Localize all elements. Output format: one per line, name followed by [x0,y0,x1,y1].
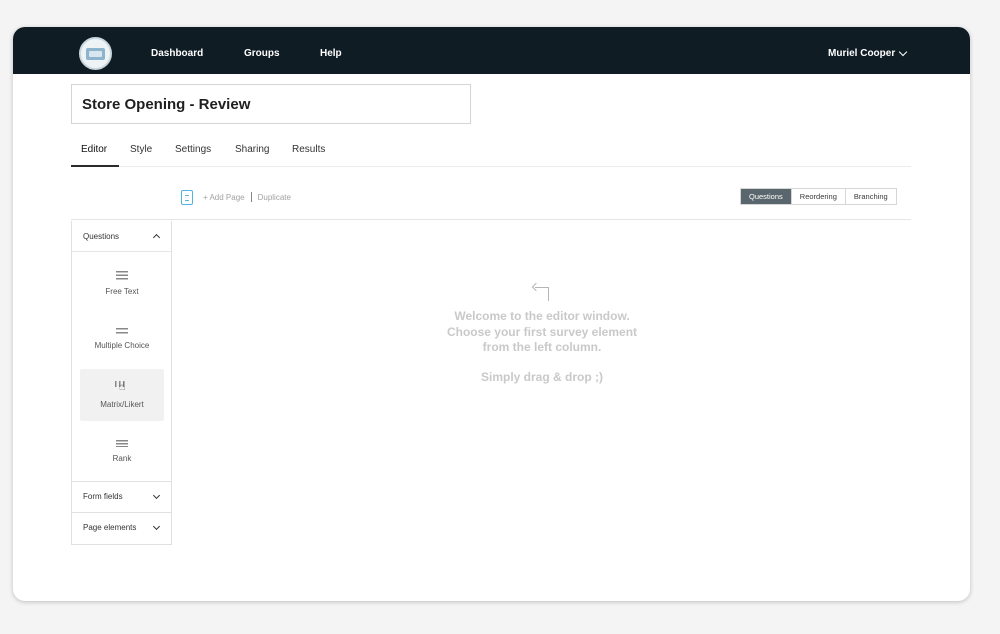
welcome-message: Welcome to the editor window. Choose you… [382,309,702,356]
divider [72,251,171,252]
nav-help[interactable]: Help [320,48,342,59]
page-elements-section-header[interactable]: Page elements [72,512,171,542]
survey-title-input[interactable] [71,84,471,124]
rank-element[interactable]: Rank [80,425,164,477]
app-window: Dashboard Groups Help Muriel Cooper Edit… [13,27,970,601]
page-elements-section-label: Page elements [83,523,137,532]
chevron-up-icon [152,233,161,242]
multiple-choice-element[interactable]: Multiple Choice [80,313,164,365]
multiple-choice-icon [116,328,128,334]
matrix-likert-element[interactable]: Matrix/Likert [80,369,164,421]
drag-drop-hint: Simply drag & drop ;) [480,370,603,384]
form-fields-section-header[interactable]: Form fields [72,481,171,511]
user-menu[interactable]: Muriel Cooper [828,47,908,59]
element-label: Free Text [105,286,139,296]
view-mode-toggle: Questions Reordering Branching [740,188,897,205]
free-text-element[interactable]: Free Text [80,257,164,309]
reordering-view-button[interactable]: Reordering [790,189,845,204]
top-navigation-bar: Dashboard Groups Help Muriel Cooper [13,27,970,74]
active-tab-indicator [71,165,119,167]
divider [71,219,911,220]
element-label: Matrix/Likert [100,400,144,409]
page-toolbar: + Add Page Duplicate [181,189,291,205]
tab-results[interactable]: Results [292,144,325,155]
element-sidebar: Questions Free Text Multiple Choice Matr… [71,221,172,545]
welcome-line: Choose your first survey element [446,324,638,339]
arrow-left-icon [533,284,551,301]
branching-view-button[interactable]: Branching [844,189,896,204]
free-text-icon [116,270,128,280]
element-label: Rank [112,453,132,463]
element-label: Multiple Choice [94,341,150,350]
rank-icon [116,439,128,447]
tab-sharing[interactable]: Sharing [235,144,269,155]
add-page-button[interactable]: + Add Page [203,193,245,202]
welcome-line: from the left column. [482,340,602,354]
nav-groups[interactable]: Groups [244,48,280,59]
page-icon[interactable] [181,189,193,205]
form-fields-section-label: Form fields [83,492,123,501]
questions-view-button[interactable]: Questions [741,189,791,204]
nav-dashboard[interactable]: Dashboard [151,48,203,59]
matrix-likert-icon [115,381,129,393]
duplicate-button[interactable]: Duplicate [258,193,291,202]
questions-section-label: Questions [83,231,120,241]
tab-editor[interactable]: Editor [81,144,107,155]
tab-settings[interactable]: Settings [175,144,211,155]
toolbar-separator [250,192,252,202]
chevron-down-icon [152,522,161,530]
logo-icon[interactable] [79,37,112,70]
editor-tabs: Editor Style Settings Sharing Results [71,139,911,167]
questions-section-header[interactable]: Questions [72,221,171,251]
editor-canvas[interactable]: Welcome to the editor window. Choose you… [173,221,911,581]
welcome-line: Welcome to the editor window. [454,309,630,323]
user-name: Muriel Cooper [828,48,896,59]
chevron-down-icon [898,47,908,57]
tab-style[interactable]: Style [130,144,152,155]
chevron-down-icon [152,491,161,499]
